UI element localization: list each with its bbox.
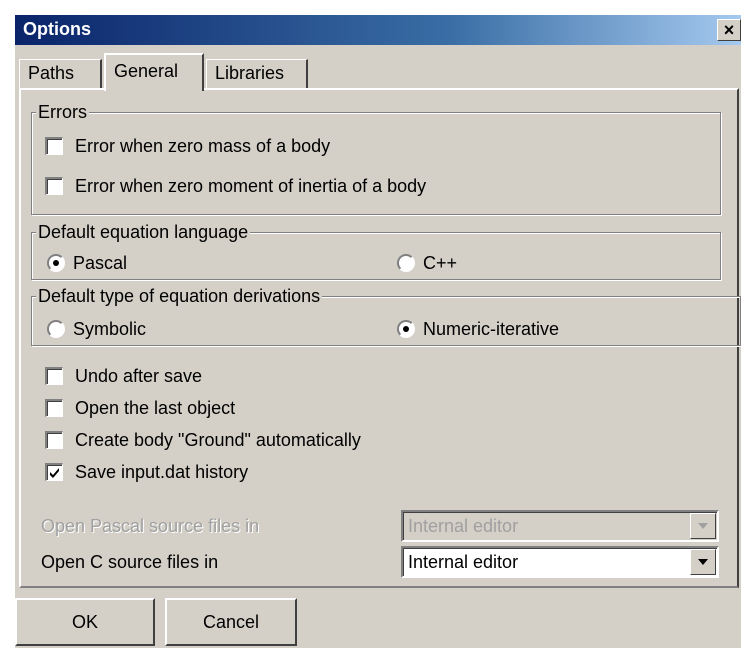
radio-selected-dot [53, 260, 59, 266]
ok-button[interactable]: OK [15, 598, 155, 646]
general-tab-panel: Errors Error when zero mass of a body Er… [19, 88, 741, 588]
zero-mass-error-label[interactable]: Error when zero mass of a body [75, 135, 330, 157]
derivation-numeric-radio[interactable] [397, 320, 415, 338]
pascal-editor-select[interactable]: Internal editor [401, 510, 719, 542]
language-cpp-radio[interactable] [397, 254, 415, 272]
cancel-button-label: Cancel [202, 612, 260, 632]
undo-after-save-checkbox[interactable] [45, 367, 63, 385]
c-editor-value: Internal editor [408, 552, 519, 572]
tab-label: Paths [28, 63, 75, 83]
tab-general[interactable]: General [104, 53, 204, 91]
zero-inertia-error-label[interactable]: Error when zero moment of inertia of a b… [75, 175, 426, 197]
language-cpp-label[interactable]: C++ [423, 252, 457, 274]
c-editor-dropdown-button[interactable] [690, 549, 716, 575]
derivation-type-legend: Default type of equation derivations [36, 285, 323, 307]
save-input-history-label[interactable]: Save input.dat history [75, 461, 248, 483]
errors-group: Errors [31, 101, 721, 215]
tab-label: Libraries [215, 63, 285, 83]
tab-libraries[interactable]: Libraries [206, 59, 308, 89]
close-icon: × [723, 20, 735, 40]
language-pascal-label[interactable]: Pascal [73, 252, 127, 274]
tab-label: General [114, 61, 179, 81]
tab-paths[interactable]: Paths [19, 59, 102, 89]
options-dialog: Options × Paths General Libraries Errors… [13, 13, 741, 648]
pascal-editor-value: Internal editor [408, 516, 519, 536]
derivation-symbolic-label[interactable]: Symbolic [73, 318, 146, 340]
window-title: Options [23, 19, 91, 39]
derivation-symbolic-radio[interactable] [47, 320, 65, 338]
derivation-numeric-label[interactable]: Numeric-iterative [423, 318, 559, 340]
zero-mass-error-checkbox[interactable] [45, 137, 63, 155]
c-editor-select[interactable]: Internal editor [401, 546, 719, 578]
cancel-button[interactable]: Cancel [165, 598, 297, 646]
chevron-down-icon [698, 523, 708, 529]
chevron-down-icon [698, 559, 708, 565]
equation-language-legend: Default equation language [36, 221, 251, 243]
equation-language-group: Default equation language [31, 221, 721, 280]
radio-selected-dot [403, 326, 409, 332]
open-last-object-label[interactable]: Open the last object [75, 397, 235, 419]
language-pascal-radio[interactable] [47, 254, 65, 272]
title-bar[interactable]: Options × [15, 15, 741, 45]
close-button[interactable]: × [717, 19, 741, 41]
errors-group-legend: Errors [36, 101, 89, 123]
pascal-editor-label: Open Pascal source files in [41, 516, 260, 536]
undo-after-save-label[interactable]: Undo after save [75, 365, 202, 387]
open-last-object-checkbox[interactable] [45, 399, 63, 417]
pascal-editor-dropdown-button[interactable] [690, 513, 716, 539]
create-ground-body-checkbox[interactable] [45, 431, 63, 449]
ok-button-label: OK [71, 612, 98, 632]
zero-inertia-error-checkbox[interactable] [45, 177, 63, 195]
c-editor-label: Open C source files in [41, 552, 219, 572]
save-input-history-checkbox[interactable] [45, 463, 63, 481]
checkmark-icon [50, 468, 59, 478]
create-ground-body-label[interactable]: Create body "Ground" automatically [75, 429, 361, 451]
